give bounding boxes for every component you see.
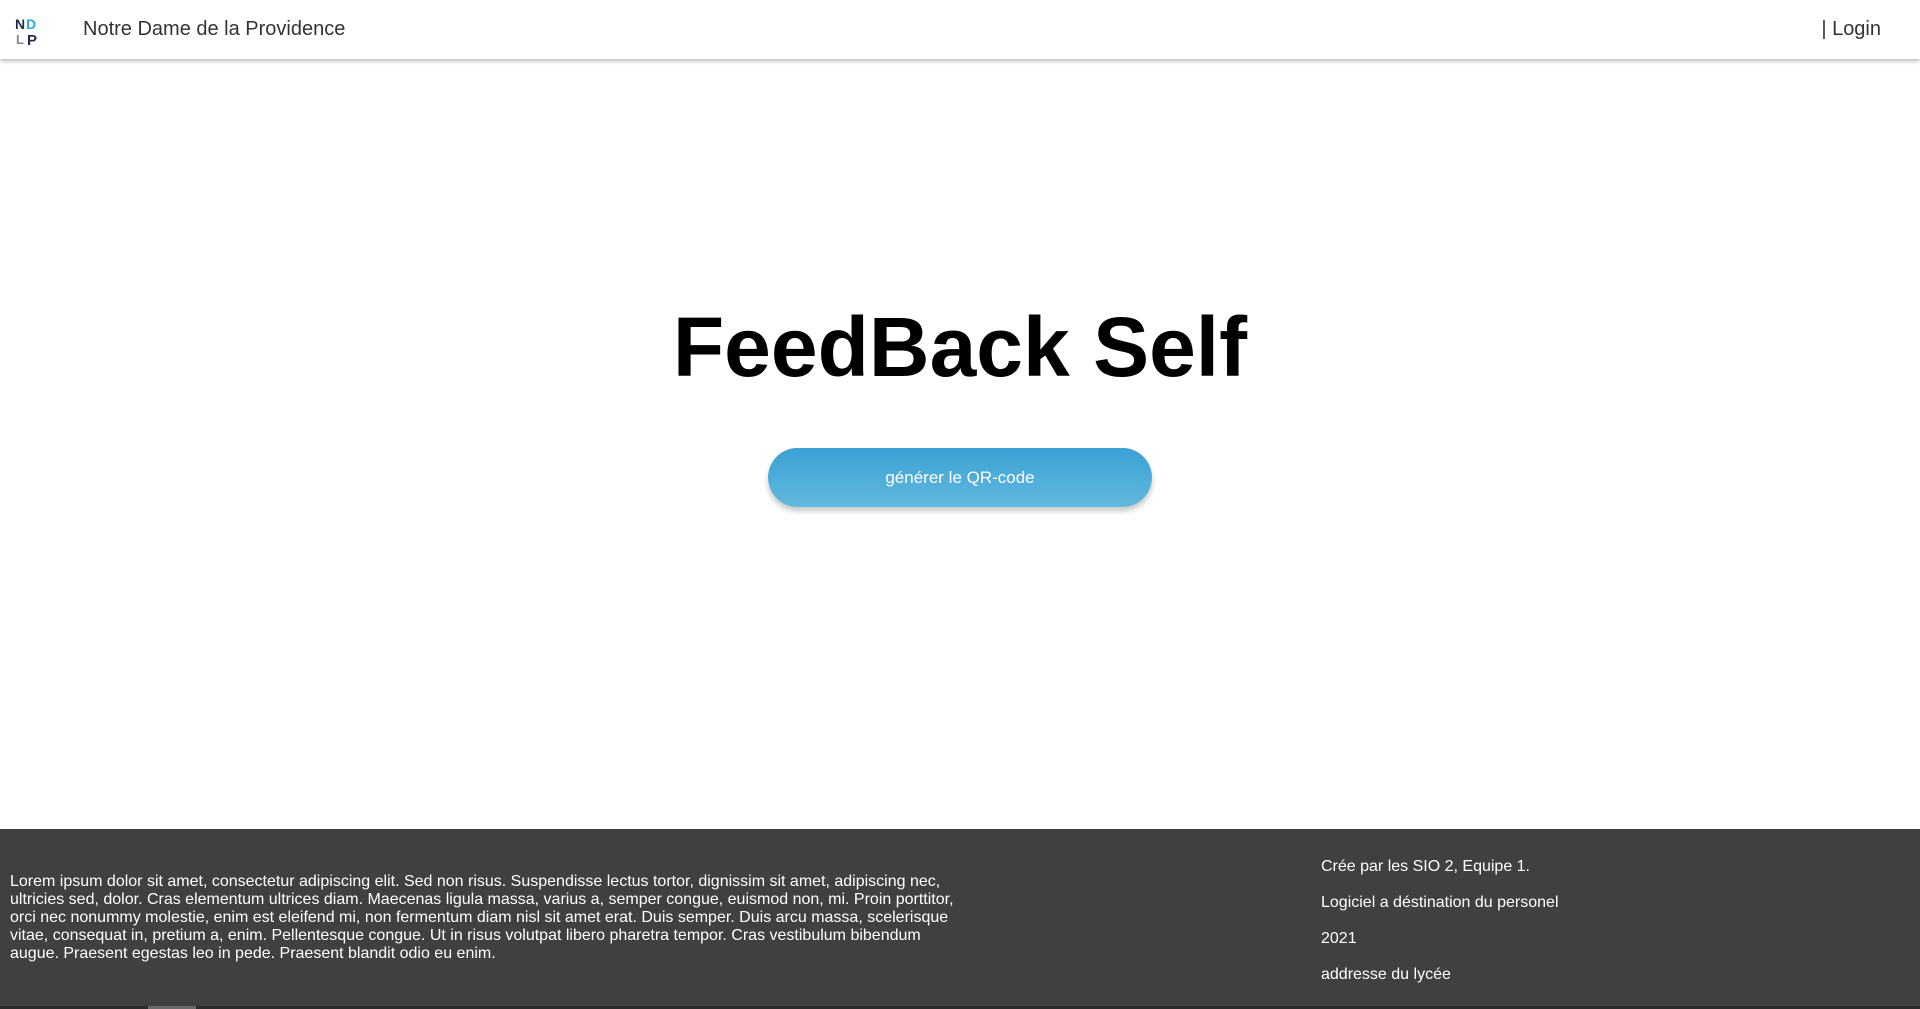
page-title: FeedBack Self — [672, 300, 1248, 394]
brand-link[interactable]: Notre Dame de la Providence — [83, 17, 345, 41]
footer-address: addresse du lycée — [1321, 966, 1451, 983]
footer-year: 2021 — [1321, 930, 1357, 947]
page-footer: Lorem ipsum dolor sit amet, consectetur … — [0, 829, 1920, 1009]
footer-credits: Crée par les SIO 2, Equipe 1. — [1321, 858, 1530, 875]
logo-letter-l: L — [16, 32, 24, 46]
footer-audience: Logiciel a déstination du personel — [1321, 894, 1559, 911]
logo-letter-p: P — [27, 32, 37, 46]
footer-info-list: Crée par les SIO 2, Equipe 1. Logiciel a… — [1321, 853, 1559, 997]
generate-qr-code-button[interactable]: générer le QR-code — [768, 448, 1152, 507]
school-logo-icon[interactable]: N D L P — [15, 16, 51, 46]
logo-letter-d: D — [26, 16, 36, 32]
footer-description: Lorem ipsum dolor sit amet, consectetur … — [10, 873, 954, 962]
top-navbar: N D L P Notre Dame de la Providence | Lo… — [0, 0, 1920, 59]
login-link[interactable]: | Login — [1821, 17, 1881, 41]
logo-letter-n: N — [15, 16, 25, 32]
